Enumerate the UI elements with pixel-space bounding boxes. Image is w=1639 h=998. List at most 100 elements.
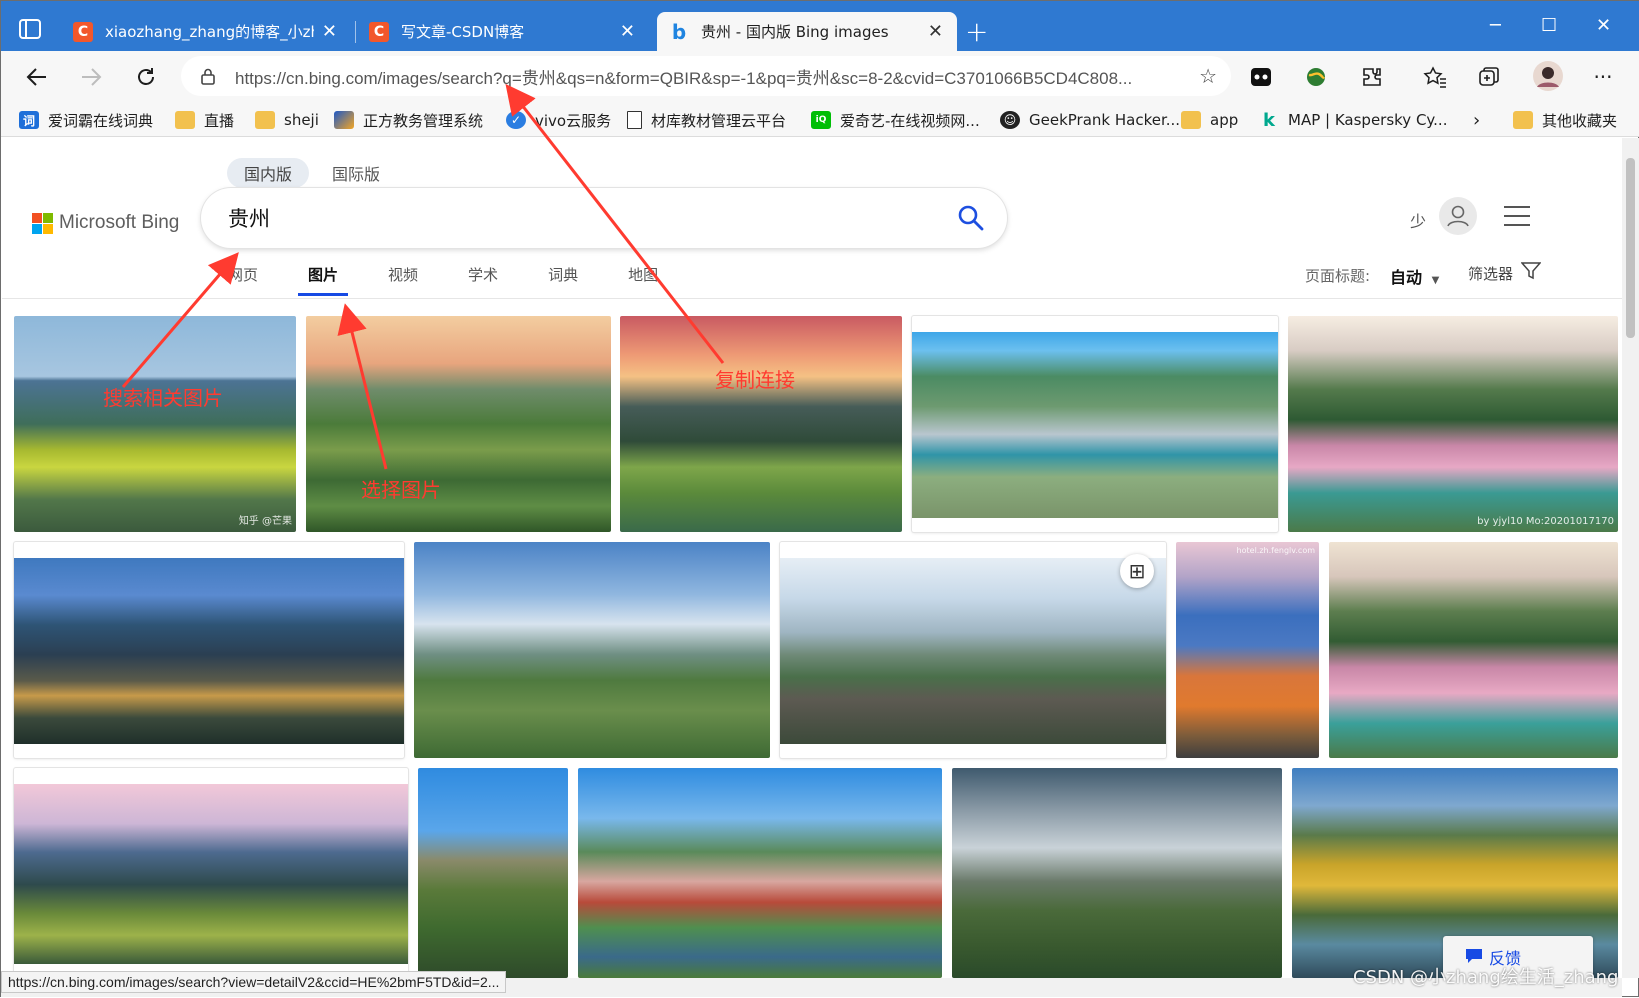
- tab-academic[interactable]: 学术: [468, 264, 498, 296]
- bing-page: 国内版 国际版 Microsoft Bing 贵州 少 网页 图片 视频 学术: [2, 138, 1622, 978]
- tab-separator: [355, 21, 356, 43]
- filter-icon: [1520, 262, 1542, 284]
- bookmark-item[interactable]: 词 爱词霸在线词典: [19, 108, 153, 132]
- vertical-tabs: 网页 图片 视频 学术 词典 地图: [228, 264, 708, 296]
- bookmark-item[interactable]: 其他收藏夹: [1513, 108, 1617, 132]
- image-result-tile[interactable]: [14, 768, 408, 978]
- image-result-tile[interactable]: [578, 768, 942, 978]
- close-tab-icon[interactable]: ✕: [620, 21, 635, 42]
- divider: [2, 298, 1622, 299]
- lock-icon[interactable]: [201, 68, 215, 85]
- back-icon[interactable]: [21, 61, 53, 93]
- image-result-tile[interactable]: [306, 316, 611, 532]
- bing-logo[interactable]: Microsoft Bing: [32, 212, 179, 234]
- maximize-icon[interactable]: ☐: [1541, 15, 1557, 36]
- region-switch: 国内版 国际版: [227, 158, 403, 188]
- sign-in-avatar-icon[interactable]: [1439, 197, 1477, 235]
- expand-icon[interactable]: ⊞: [1120, 554, 1154, 588]
- image-result-tile[interactable]: 知乎 @芒果: [14, 316, 296, 532]
- tab-actions-icon[interactable]: [19, 19, 43, 39]
- folder-icon: [175, 111, 195, 129]
- tab-dictionary[interactable]: 词典: [548, 264, 578, 296]
- rice-terraces-image: [306, 316, 611, 532]
- tab-maps[interactable]: 地图: [628, 264, 658, 296]
- close-tab-icon[interactable]: ✕: [928, 21, 943, 42]
- bookmark-item[interactable]: 正方教务管理系统: [334, 108, 483, 132]
- globe-extension-icon[interactable]: [1302, 63, 1330, 91]
- pink-park-2-image: [1329, 542, 1618, 758]
- image-result-tile[interactable]: [620, 316, 902, 532]
- search-box[interactable]: 贵州: [201, 188, 1007, 248]
- csdn-watermark: CSDN @小zhang绘生活_zhang: [1353, 967, 1619, 988]
- search-input[interactable]: 贵州: [228, 203, 270, 233]
- forward-icon[interactable]: [75, 61, 107, 93]
- image-result-tile[interactable]: ⊞: [780, 542, 1166, 758]
- profile-avatar[interactable]: [1531, 59, 1565, 93]
- scroll-thumb[interactable]: [1626, 158, 1635, 338]
- more-bookmarks-chevron-icon[interactable]: ›: [1473, 108, 1480, 132]
- tab-csdn-write[interactable]: C 写文章-CSDN博客 ✕: [357, 12, 649, 51]
- bookmark-item[interactable]: ☺ GeekPrank Hacker...: [1000, 108, 1180, 132]
- search-icon[interactable]: [957, 204, 985, 232]
- image-watermark: 知乎 @芒果: [238, 516, 292, 527]
- extensions-icon[interactable]: [1358, 63, 1386, 91]
- region-tab-domestic[interactable]: 国内版: [227, 158, 310, 188]
- image-result-tile[interactable]: [952, 768, 1282, 978]
- address-bar[interactable]: https://cn.bing.com/images/search?q=贵州&q…: [181, 56, 1231, 96]
- image-result-tile[interactable]: [414, 542, 770, 758]
- rewards-badge[interactable]: 少: [1410, 208, 1426, 232]
- url-text[interactable]: https://cn.bing.com/images/search?q=贵州&q…: [235, 64, 1189, 89]
- image-result-tile[interactable]: hotel.zh.fenglv.com: [1176, 542, 1319, 758]
- bookmark-item[interactable]: 直播: [175, 108, 234, 132]
- close-window-icon[interactable]: ✕: [1596, 15, 1611, 36]
- bookmark-item[interactable]: 材库教材管理云平台: [627, 108, 786, 132]
- close-tab-icon[interactable]: ✕: [322, 21, 337, 42]
- minimize-icon[interactable]: ─: [1490, 15, 1501, 36]
- tab-videos[interactable]: 视频: [388, 264, 418, 296]
- bookmark-label: 直播: [204, 111, 235, 130]
- refresh-icon[interactable]: [130, 61, 162, 93]
- image-watermark: hotel.zh.fenglv.com: [1236, 546, 1315, 555]
- filter-button[interactable]: 筛选器: [1468, 262, 1542, 284]
- browser-window: C xiaozhang_zhang的博客_小zhang ✕ C 写文章-CSDN…: [0, 0, 1639, 997]
- bookmark-label: MAP | Kaspersky Cy...: [1288, 111, 1448, 129]
- bookmark-label: 材库教材管理云平台: [651, 111, 787, 130]
- karst-valley-image: [14, 316, 296, 532]
- vertical-scrollbar[interactable]: [1622, 138, 1639, 978]
- tab-bing-images[interactable]: b 贵州 - 国内版 Bing images ✕: [657, 12, 957, 51]
- microsoft-logo-icon: [32, 212, 53, 234]
- bookmark-label: 其他收藏夹: [1542, 111, 1618, 130]
- annotation-search-related: 搜索相关图片: [103, 386, 223, 410]
- new-tab-icon[interactable]: +: [965, 15, 988, 48]
- collections-app-icon[interactable]: [1247, 63, 1275, 91]
- favorites-icon[interactable]: [1421, 63, 1449, 91]
- tab-web[interactable]: 网页: [228, 264, 258, 296]
- collections-icon[interactable]: [1475, 63, 1503, 91]
- logo-text: Microsoft Bing: [59, 212, 180, 233]
- bookmark-item[interactable]: app: [1181, 108, 1238, 132]
- menu-icon[interactable]: [1504, 206, 1530, 226]
- csdn-icon: C: [369, 21, 389, 42]
- bookmark-item[interactable]: sheji: [255, 108, 319, 132]
- tab-csdn-blog[interactable]: C xiaozhang_zhang的博客_小zhang ✕: [61, 12, 351, 51]
- zf-icon: [334, 111, 354, 129]
- region-tab-international[interactable]: 国际版: [315, 158, 397, 188]
- iciba-icon: 词: [19, 111, 39, 129]
- iqiyi-icon: iQ: [811, 111, 831, 129]
- image-result-tile[interactable]: [418, 768, 568, 978]
- bookmark-item[interactable]: ✓ vivo云服务: [506, 108, 611, 132]
- tab-title: xiaozhang_zhang的博客_小zhang: [105, 23, 314, 41]
- bookmark-item[interactable]: iQ 爱奇艺-在线视频网...: [811, 108, 980, 132]
- bookmark-label: vivo云服务: [535, 111, 612, 130]
- image-result-tile[interactable]: by yjyl10 Mo:20201017170: [1288, 316, 1618, 532]
- settings-more-icon[interactable]: ···: [1589, 63, 1617, 91]
- image-result-tile[interactable]: [14, 542, 404, 758]
- annotation-copy-link: 复制连接: [715, 368, 795, 392]
- image-result-tile[interactable]: [1329, 542, 1618, 758]
- add-favorite-icon[interactable]: ☆: [1199, 64, 1217, 88]
- bookmark-item[interactable]: k MAP | Kaspersky Cy...: [1259, 108, 1447, 132]
- page-title-dropdown[interactable]: 自动 ▼: [1390, 264, 1439, 288]
- pink-park-image: [1288, 316, 1618, 532]
- image-result-tile[interactable]: [912, 316, 1278, 532]
- tab-images[interactable]: 图片: [298, 264, 349, 296]
